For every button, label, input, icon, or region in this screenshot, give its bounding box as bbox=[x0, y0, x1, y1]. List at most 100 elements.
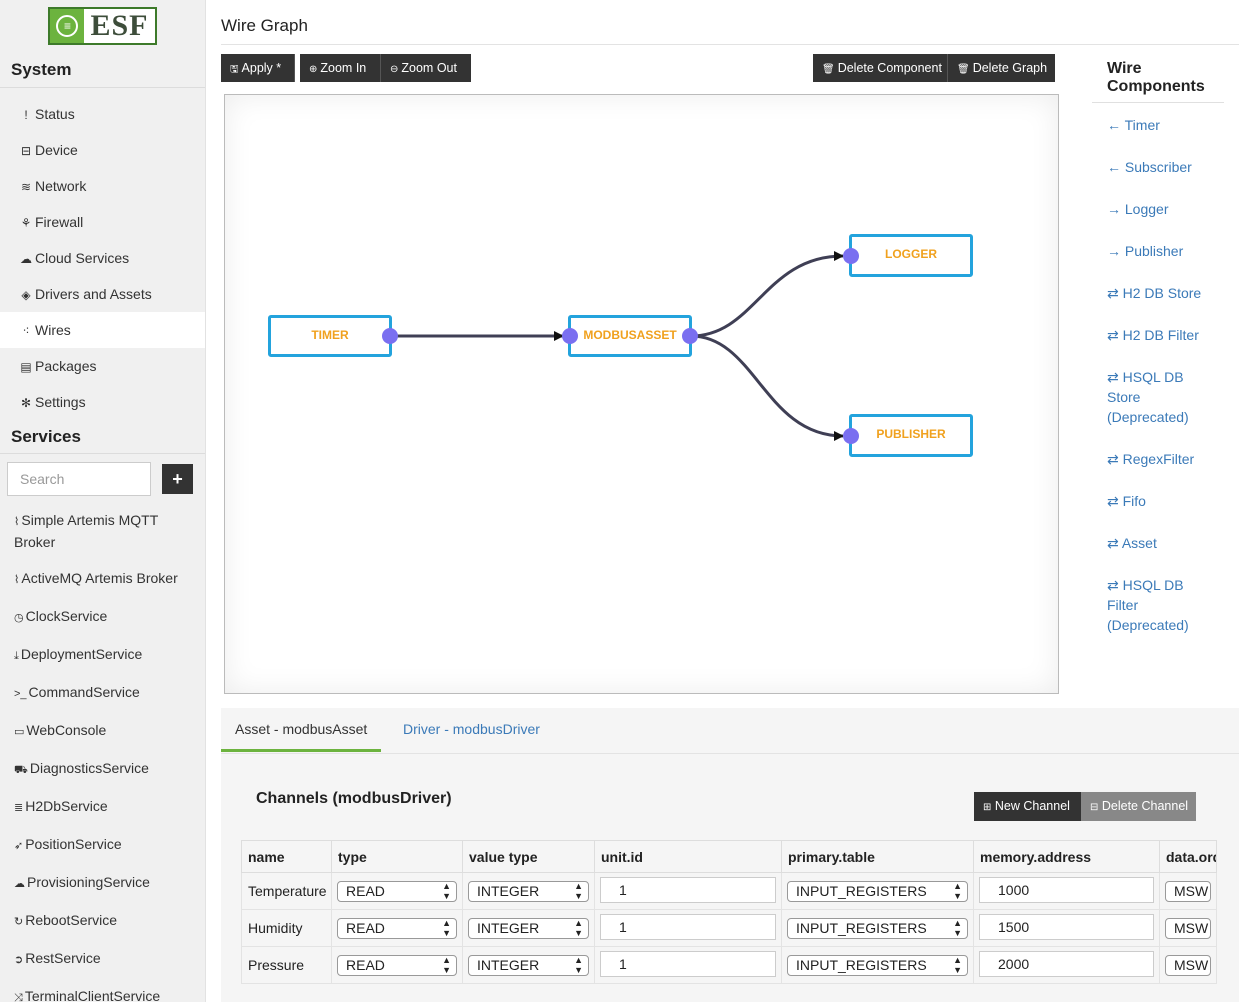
channel-name-cell: Pressure bbox=[241, 946, 332, 984]
sidebar-item-label: Network bbox=[35, 178, 87, 194]
primary-table-select[interactable]: INPUT_REGISTERS ▲ ▼ bbox=[787, 880, 968, 902]
download-icon: ⤓ bbox=[14, 650, 19, 662]
unit-id-input[interactable]: 1 bbox=[600, 914, 776, 940]
esf-logo[interactable]: ≡ ESF bbox=[48, 7, 157, 45]
service-item-clockservice[interactable]: ◷ ClockService bbox=[0, 598, 205, 636]
node-timer[interactable]: TIMER bbox=[268, 315, 392, 357]
tab-asset[interactable]: Asset - modbusAsset bbox=[221, 708, 382, 752]
apply-button[interactable]: 🖫 Apply * bbox=[221, 54, 295, 82]
sidebar-item-label: Device bbox=[35, 142, 78, 158]
type-select[interactable]: READ ▲ ▼ bbox=[337, 917, 457, 939]
service-item-webconsole[interactable]: ▭ WebConsole bbox=[0, 712, 205, 750]
sidebar-item-packages[interactable]: ▤ Packages bbox=[0, 348, 205, 384]
wire-component-item[interactable]: ← Timer bbox=[1092, 115, 1212, 135]
wire-component-item[interactable]: ⇄ Asset bbox=[1092, 533, 1212, 553]
zoom-in-icon: ⊕ bbox=[309, 64, 318, 75]
service-item-restservice[interactable]: ➲ RestService bbox=[0, 940, 205, 978]
wire-component-item[interactable]: ⇄ Fifo bbox=[1092, 491, 1212, 511]
wire-component-item[interactable]: ⇄ H2 DB Store bbox=[1092, 283, 1212, 303]
new-channel-button[interactable]: ⊞ New Channel bbox=[974, 792, 1081, 821]
service-item-diagnosticsservice[interactable]: ⛟ DiagnosticsService bbox=[0, 750, 205, 788]
wire-component-item[interactable]: ⇄ HSQL DB Store (Deprecated) bbox=[1092, 367, 1212, 427]
column-header: value type bbox=[462, 840, 595, 873]
delete-channel-button[interactable]: ⊟ Delete Channel bbox=[1081, 792, 1196, 821]
service-item-label: DeploymentService bbox=[20, 646, 143, 662]
data-order-select[interactable]: MSW bbox=[1165, 880, 1211, 902]
node-modbusasset-input-port[interactable] bbox=[562, 328, 578, 344]
sidebar-item-firewall[interactable]: ⚘ Firewall bbox=[0, 204, 205, 240]
node-logger-input-port[interactable] bbox=[843, 248, 859, 264]
memory-address-input[interactable]: 2000 bbox=[979, 951, 1154, 977]
sidebar-item-settings[interactable]: ✻ Settings bbox=[0, 384, 205, 420]
zoom-out-button[interactable]: ⊖ Zoom Out bbox=[381, 54, 471, 82]
value-type-select[interactable]: INTEGER ▲ ▼ bbox=[468, 880, 589, 902]
data-order-select[interactable]: MSW bbox=[1165, 954, 1211, 976]
trash-icon: 🗑 bbox=[822, 64, 835, 75]
delete-component-button[interactable]: 🗑 Delete Component bbox=[813, 54, 948, 82]
type-select[interactable]: READ ▲ ▼ bbox=[337, 954, 457, 976]
service-item-simple-artemis-mqtt-broker[interactable]: ⌇ Simple Artemis MQTT Broker bbox=[0, 504, 205, 560]
cube-icon: ◈ bbox=[21, 288, 31, 302]
primary-table-select[interactable]: INPUT_REGISTERS ▲ ▼ bbox=[787, 917, 968, 939]
service-item-h2dbservice[interactable]: ≣ H2DbService bbox=[0, 788, 205, 826]
sidebar-item-label: Status bbox=[35, 106, 75, 122]
zoom-in-button[interactable]: ⊕ Zoom In bbox=[300, 54, 381, 82]
wire-component-item[interactable]: ⇄ HSQL DB Filter (Deprecated) bbox=[1092, 575, 1212, 635]
data-order-value: MSW bbox=[1174, 956, 1209, 973]
sidebar-item-status[interactable]: ! Status bbox=[0, 96, 205, 132]
system-nav: ! Status ⊟ Device ≋ Network ⚘ Firewall ☁ Cloud Se… bbox=[0, 96, 205, 420]
column-header: type bbox=[331, 840, 463, 873]
sidebar-item-network[interactable]: ≋ Network bbox=[0, 168, 205, 204]
sidebar-item-drivers-and-assets[interactable]: ◈ Drivers and Assets bbox=[0, 276, 205, 312]
tab-driver[interactable]: Driver - modbusDriver bbox=[389, 708, 554, 752]
value-type-select[interactable]: INTEGER ▲ ▼ bbox=[468, 917, 589, 939]
wire-component-item[interactable]: ⇄ RegexFilter bbox=[1092, 449, 1212, 469]
service-item-deploymentservice[interactable]: ⤓ DeploymentService bbox=[0, 636, 205, 674]
node-modbusasset-output-port[interactable] bbox=[682, 328, 698, 344]
primary-table-select[interactable]: INPUT_REGISTERS ▲ ▼ bbox=[787, 954, 968, 976]
sidebar-item-device[interactable]: ⊟ Device bbox=[0, 132, 205, 168]
add-service-button[interactable]: + bbox=[162, 464, 193, 494]
node-publisher[interactable]: PUBLISHER bbox=[849, 414, 973, 457]
sidebar-item-cloud-services[interactable]: ☁ Cloud Services bbox=[0, 240, 205, 276]
service-item-label: CommandService bbox=[28, 684, 140, 700]
services-search-input[interactable]: Search bbox=[7, 462, 151, 496]
delete-graph-button[interactable]: 🗑 Delete Graph bbox=[948, 54, 1055, 82]
sidebar-item-wires[interactable]: ⁖ Wires bbox=[0, 312, 205, 348]
wire-modbusasset-logger[interactable] bbox=[690, 251, 844, 338]
wire-graph-canvas[interactable]: TIMER MODBUSASSET LOGGER PUBLISHER bbox=[224, 94, 1059, 694]
data-order-value: MSW bbox=[1174, 919, 1209, 936]
services-nav: ⌇ Simple Artemis MQTT Broker ⌇ ActiveMQ Art… bbox=[0, 504, 205, 1002]
value-type-cell: INTEGER ▲ ▼ bbox=[462, 872, 595, 910]
type-cell: READ ▲ ▼ bbox=[331, 872, 463, 910]
service-item-commandservice[interactable]: >_ CommandService bbox=[0, 674, 205, 712]
wire-connections bbox=[391, 251, 844, 441]
unit-id-input[interactable]: 1 bbox=[600, 951, 776, 977]
wire-modbusasset-publisher[interactable] bbox=[690, 334, 844, 441]
minus-square-icon: ⊟ bbox=[1090, 802, 1099, 813]
data-order-select[interactable]: MSW bbox=[1165, 917, 1211, 939]
node-modbusasset[interactable]: MODBUSASSET bbox=[568, 315, 692, 357]
service-item-provisioningservice[interactable]: ☁ ProvisioningService bbox=[0, 864, 205, 902]
memory-address-input[interactable]: 1000 bbox=[979, 877, 1154, 903]
service-item-terminalclientservice[interactable]: ⤨ TerminalClientService bbox=[0, 978, 205, 1002]
value-type-select[interactable]: INTEGER ▲ ▼ bbox=[468, 954, 589, 976]
wire-component-item[interactable]: → Publisher bbox=[1092, 241, 1212, 261]
node-timer-output-port[interactable] bbox=[382, 328, 398, 344]
memory-address-input[interactable]: 1500 bbox=[979, 914, 1154, 940]
service-item-activemq-artemis-broker[interactable]: ⌇ ActiveMQ Artemis Broker bbox=[0, 560, 205, 598]
service-item-rebootservice[interactable]: ↻ RebootService bbox=[0, 902, 205, 940]
primary-table-cell: INPUT_REGISTERS ▲ ▼ bbox=[781, 872, 974, 910]
unit-id-input[interactable]: 1 bbox=[600, 877, 776, 903]
column-header: unit.id bbox=[594, 840, 782, 873]
system-heading: System bbox=[0, 52, 205, 88]
wire-component-item[interactable]: ⇄ H2 DB Filter bbox=[1092, 325, 1212, 345]
wire-component-item[interactable]: → Logger bbox=[1092, 199, 1212, 219]
node-publisher-input-port[interactable] bbox=[843, 428, 859, 444]
unit-id-cell: 1 bbox=[594, 946, 782, 984]
type-select[interactable]: READ ▲ ▼ bbox=[337, 880, 457, 902]
service-item-positionservice[interactable]: ➶ PositionService bbox=[0, 826, 205, 864]
wire-component-item[interactable]: ← Subscriber bbox=[1092, 157, 1212, 177]
node-logger[interactable]: LOGGER bbox=[849, 234, 973, 277]
service-item-label: DiagnosticsService bbox=[29, 760, 149, 776]
